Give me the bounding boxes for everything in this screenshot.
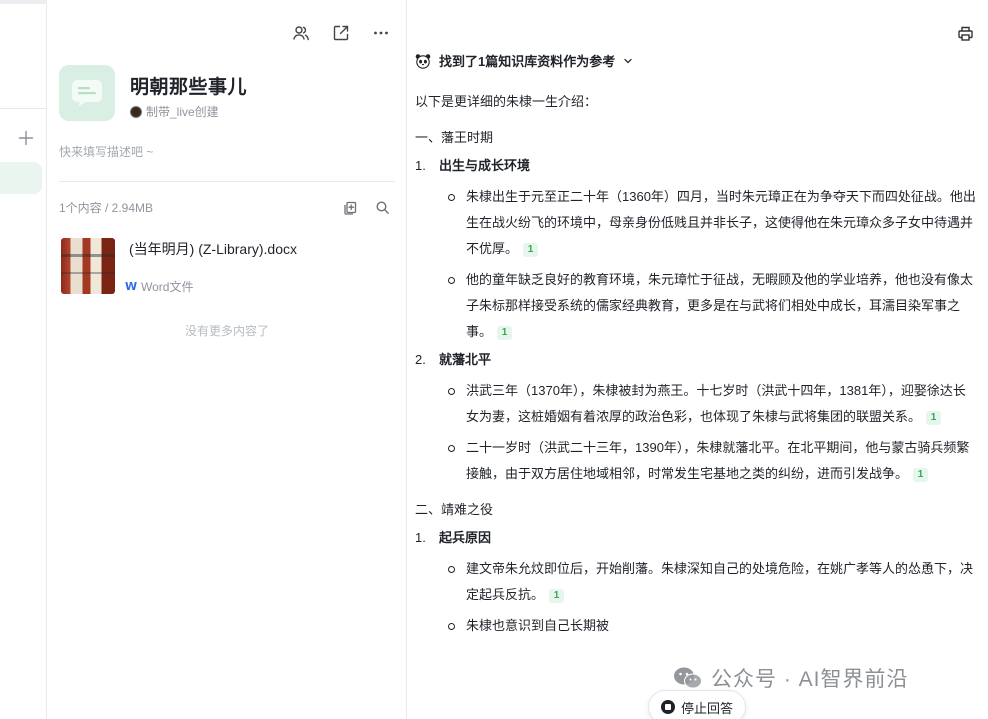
content-summary: 1个内容 / 2.94MB	[59, 201, 154, 215]
divider	[59, 181, 395, 182]
citation-badge[interactable]: 1	[523, 243, 539, 257]
answer-intro: 以下是更详细的朱棣一生介绍：	[415, 94, 598, 109]
watermark: 公众号 · AI智界前沿	[673, 663, 909, 693]
list-item-text: 二十一岁时（洪武二十三年，1390年），朱棣就藩北平。在北平期间，他与蒙古骑兵频…	[466, 440, 970, 481]
list-item: 朱棣出生于元至正二十年（1360年）四月，当时朱元璋正在为争夺天下而四处征战。他…	[447, 184, 977, 262]
file-type: W Word文件	[124, 278, 194, 295]
share-icon	[333, 25, 349, 41]
share-button[interactable]	[330, 22, 352, 44]
wechat-icon	[674, 667, 702, 689]
add-file-icon	[343, 201, 356, 215]
printer-icon	[957, 26, 973, 41]
citation-badge[interactable]: 1	[549, 589, 565, 603]
bullet-list: 洪武三年（1370年），朱棣被封为燕王。十七岁时（洪武十四年，1381年），迎娶…	[447, 378, 977, 487]
list-item-text: 洪武三年（1370年），朱棣被封为燕王。十七岁时（洪武十四年，1381年），迎娶…	[466, 383, 966, 424]
watermark-text: 公众号 · AI智界前沿	[711, 668, 909, 691]
plus-icon	[18, 130, 34, 146]
list-item-text: 建文帝朱允炆即位后，开始削藩。朱棣深知自己的处境危险，在姚广孝等人的怂恿下，决定…	[466, 561, 974, 602]
panda-icon	[415, 53, 431, 69]
numbered-heading: 1. 出生与成长环境	[415, 153, 977, 179]
members-button[interactable]	[290, 22, 312, 44]
knowledge-base-creator: 制带_live创建	[130, 103, 219, 120]
answer-content: 以下是更详细的朱棣一生介绍： 一、藩王时期 1. 出生与成长环境朱棣出生于元至正二十年…	[415, 89, 977, 639]
reference-toggle[interactable]: 找到了1篇知识库资料作为参考	[415, 51, 633, 70]
numbered-heading-text: 就藩北平	[439, 352, 492, 367]
list-item: 朱棣也意识到自己长期被	[447, 613, 977, 639]
reference-header-text: 找到了1篇知识库资料作为参考	[439, 54, 616, 69]
file-type-label: Word文件	[141, 280, 194, 294]
section-heading: 二、靖难之役	[415, 502, 494, 517]
stop-icon	[660, 700, 675, 714]
knowledge-base-cover	[59, 65, 115, 121]
file-list-item[interactable]: (当年明月) (Z-Library).docx W Word文件	[59, 236, 389, 298]
bullet-list: 建文帝朱允炆即位后，开始削藩。朱棣深知自己的处境危险，在姚广孝等人的怂恿下，决定…	[447, 556, 977, 639]
chevron-down-icon	[624, 58, 632, 63]
file-name: (当年明月) (Z-Library).docx	[129, 241, 298, 257]
add-file-button[interactable]	[339, 196, 361, 218]
avatar	[130, 105, 142, 118]
add-knowledge-base-button[interactable]	[14, 126, 38, 150]
chat-answer-panel: 找到了1篇知识库资料作为参考 以下是更详细的朱棣一生介绍： 一、藩王时期 1. 出生与…	[407, 0, 988, 719]
citation-badge[interactable]: 1	[926, 411, 942, 425]
list-item-text: 朱棣也意识到自己长期被	[466, 618, 610, 633]
citation-badge[interactable]: 1	[913, 468, 929, 482]
numbered-heading: 2. 就藩北平	[415, 347, 977, 373]
list-number: 1.	[415, 530, 426, 545]
search-icon	[375, 200, 389, 214]
list-item-text: 朱棣出生于元至正二十年（1360年）四月，当时朱元璋正在为争夺天下而四处征战。他…	[466, 189, 976, 256]
section-heading: 一、藩王时期	[415, 130, 494, 145]
stop-answer-button[interactable]: 停止回答	[648, 690, 746, 719]
list-item: 他的童年缺乏良好的教育环境，朱元璋忙于征战，无暇顾及他的学业培养，他也没有像太子…	[447, 267, 977, 345]
no-more-content: 没有更多内容了	[184, 324, 269, 338]
more-icon	[374, 31, 388, 35]
chat-bubble-icon	[72, 80, 102, 107]
list-number: 2.	[415, 352, 426, 367]
knowledge-base-panel: 明朝那些事儿 制带_live创建 快来填写描述吧 ~ 1个内容 / 2.94MB…	[47, 0, 407, 719]
list-item-text: 他的童年缺乏良好的教育环境，朱元璋忙于征战，无暇顾及他的学业培养，他也没有像太子…	[466, 272, 974, 339]
creator-label: 制带_live创建	[146, 105, 219, 119]
file-thumbnail	[61, 238, 115, 294]
members-icon	[293, 26, 309, 41]
left-sidebar	[0, 0, 110, 719]
numbered-heading-text: 起兵原因	[439, 530, 492, 545]
bullet-list: 朱棣出生于元至正二十年（1360年）四月，当时朱元璋正在为争夺天下而四处征战。他…	[447, 184, 977, 345]
list-item: 二十一岁时（洪武二十三年，1390年），朱棣就藩北平。在北平期间，他与蒙古骑兵频…	[447, 435, 977, 487]
numbered-heading: 1. 起兵原因	[415, 525, 977, 551]
list-item: 建文帝朱允炆即位后，开始削藩。朱棣深知自己的处境危险，在姚广孝等人的怂恿下，决定…	[447, 556, 977, 608]
more-button[interactable]	[370, 22, 392, 44]
list-item: 洪武三年（1370年），朱棣被封为燕王。十七岁时（洪武十四年，1381年），迎娶…	[447, 378, 977, 430]
search-button[interactable]	[371, 196, 393, 218]
word-icon: W	[124, 280, 138, 293]
stop-answer-label: 停止回答	[680, 700, 733, 716]
print-button[interactable]	[954, 22, 976, 44]
citation-badge[interactable]: 1	[497, 326, 513, 340]
sidebar-item-active[interactable]	[0, 162, 42, 194]
sidebar-divider	[0, 108, 47, 109]
list-number: 1.	[415, 158, 426, 173]
description-field[interactable]: 快来填写描述吧 ~	[59, 143, 153, 160]
numbered-heading-text: 出生与成长环境	[439, 158, 531, 173]
knowledge-base-title: 明朝那些事儿	[130, 77, 248, 98]
